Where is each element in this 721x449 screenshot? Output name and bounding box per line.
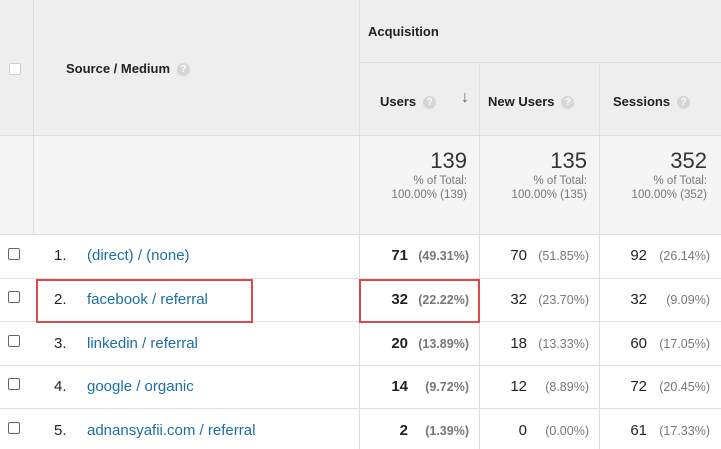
total-sessions-label: % of Total: [653,175,708,187]
total-users-detail: 100.00% (139) [391,189,467,201]
dimension-header-label: Source / Medium [66,61,171,76]
row-divider [0,365,721,366]
sessions-column-header[interactable]: Sessions? [613,94,691,110]
sessions-column-label: Sessions [613,94,671,109]
total-users-label: % of Total: [413,175,468,187]
acquisition-group-header: Acquisition [368,24,439,39]
row-number: 1. [54,247,67,264]
total-sessions: 352 % of Total: 100.00% (352) [600,148,707,202]
new-users-column-header[interactable]: New Users? [488,94,575,110]
source-medium-link[interactable]: linkedin / referral [87,335,198,352]
row-number: 4. [54,378,67,395]
row-divider [0,234,721,235]
help-icon[interactable]: ? [561,96,575,110]
users-column-header[interactable]: Users? [380,94,437,110]
users-percent: (1.39%) [425,424,469,438]
sessions-percent: (17.33%) [659,424,710,438]
row-checkbox[interactable] [8,335,20,347]
new-users-percent: (13.33%) [538,337,589,351]
dimension-header[interactable]: Source / Medium? [66,61,191,77]
row-checkbox[interactable] [8,291,20,303]
total-new-users: 135 % of Total: 100.00% (135) [480,148,587,202]
new-users-column-label: New Users [488,94,555,109]
users-column-label: Users [380,94,417,109]
row-checkbox[interactable] [8,378,20,390]
sessions-percent: (9.09%) [666,293,710,307]
total-sessions-value: 352 [670,148,707,173]
users-percent: (13.89%) [418,337,469,351]
highlight-box-source [36,279,253,323]
source-medium-link[interactable]: google / organic [87,378,194,395]
row-checkbox[interactable] [8,422,20,434]
row-divider [0,408,721,409]
highlight-box-users [359,279,480,323]
source-medium-link[interactable]: (direct) / (none) [87,247,190,264]
source-medium-link[interactable]: adnansyafii.com / referral [87,422,255,439]
sessions-percent: (20.45%) [659,380,710,394]
total-new-users-detail: 100.00% (135) [511,189,587,201]
help-icon[interactable]: ? [423,96,437,110]
users-percent: (9.72%) [425,380,469,394]
row-checkbox[interactable] [8,248,20,260]
help-icon[interactable]: ? [677,96,691,110]
row-number: 3. [54,335,67,352]
sessions-percent: (26.14%) [659,249,710,263]
total-users-value: 139 [430,148,467,173]
sort-descending-icon[interactable]: ↓ [461,89,469,107]
header-divider [360,62,721,63]
total-new-users-label: % of Total: [533,175,588,187]
new-users-percent: (8.89%) [545,380,589,394]
row-number: 5. [54,422,67,439]
new-users-percent: (51.85%) [538,249,589,263]
new-users-percent: (23.70%) [538,293,589,307]
total-new-users-value: 135 [550,148,587,173]
col-divider [33,0,34,234]
users-percent: (49.31%) [418,249,469,263]
new-users-percent: (0.00%) [545,424,589,438]
select-all-checkbox[interactable] [9,63,21,75]
help-icon[interactable]: ? [177,63,191,77]
total-sessions-detail: 100.00% (352) [631,189,707,201]
sessions-percent: (17.05%) [659,337,710,351]
total-users: 139 % of Total: 100.00% (139) [360,148,467,202]
row-divider [0,135,721,136]
